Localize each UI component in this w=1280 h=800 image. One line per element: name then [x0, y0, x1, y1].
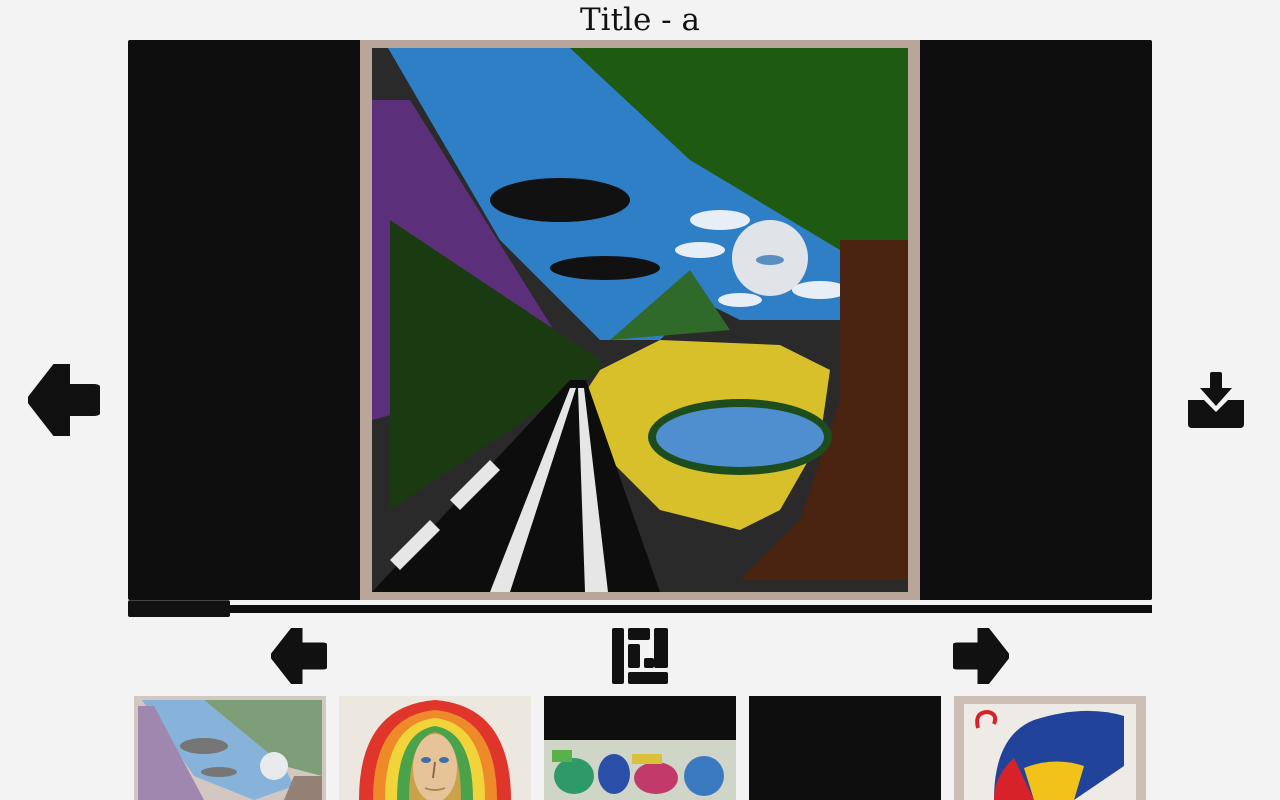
progress-indicator — [128, 600, 230, 617]
grid-icon[interactable] — [612, 628, 668, 684]
thumbnail-road-landscape-painting[interactable] — [134, 696, 326, 800]
thumb-next-arrow-icon[interactable] — [953, 628, 1009, 684]
progress-track[interactable] — [128, 605, 1152, 613]
main-painting-image — [360, 40, 920, 600]
download-icon[interactable] — [1188, 372, 1244, 428]
thumbnail-tricolor-shape-painting[interactable] — [954, 696, 1146, 800]
thumbnail-colorful-abstract-painting[interactable] — [544, 696, 736, 800]
thumbnail-strip — [134, 696, 1146, 800]
image-viewer[interactable] — [128, 40, 1152, 600]
thumb-prev-arrow-icon[interactable] — [271, 628, 327, 684]
thumbnail-rainbow-portrait-painting[interactable] — [339, 696, 531, 800]
page-title: Title - a — [580, 2, 700, 38]
thumbnail-loading-thumbnail[interactable] — [749, 696, 941, 800]
arrow-left-icon[interactable] — [28, 364, 100, 436]
